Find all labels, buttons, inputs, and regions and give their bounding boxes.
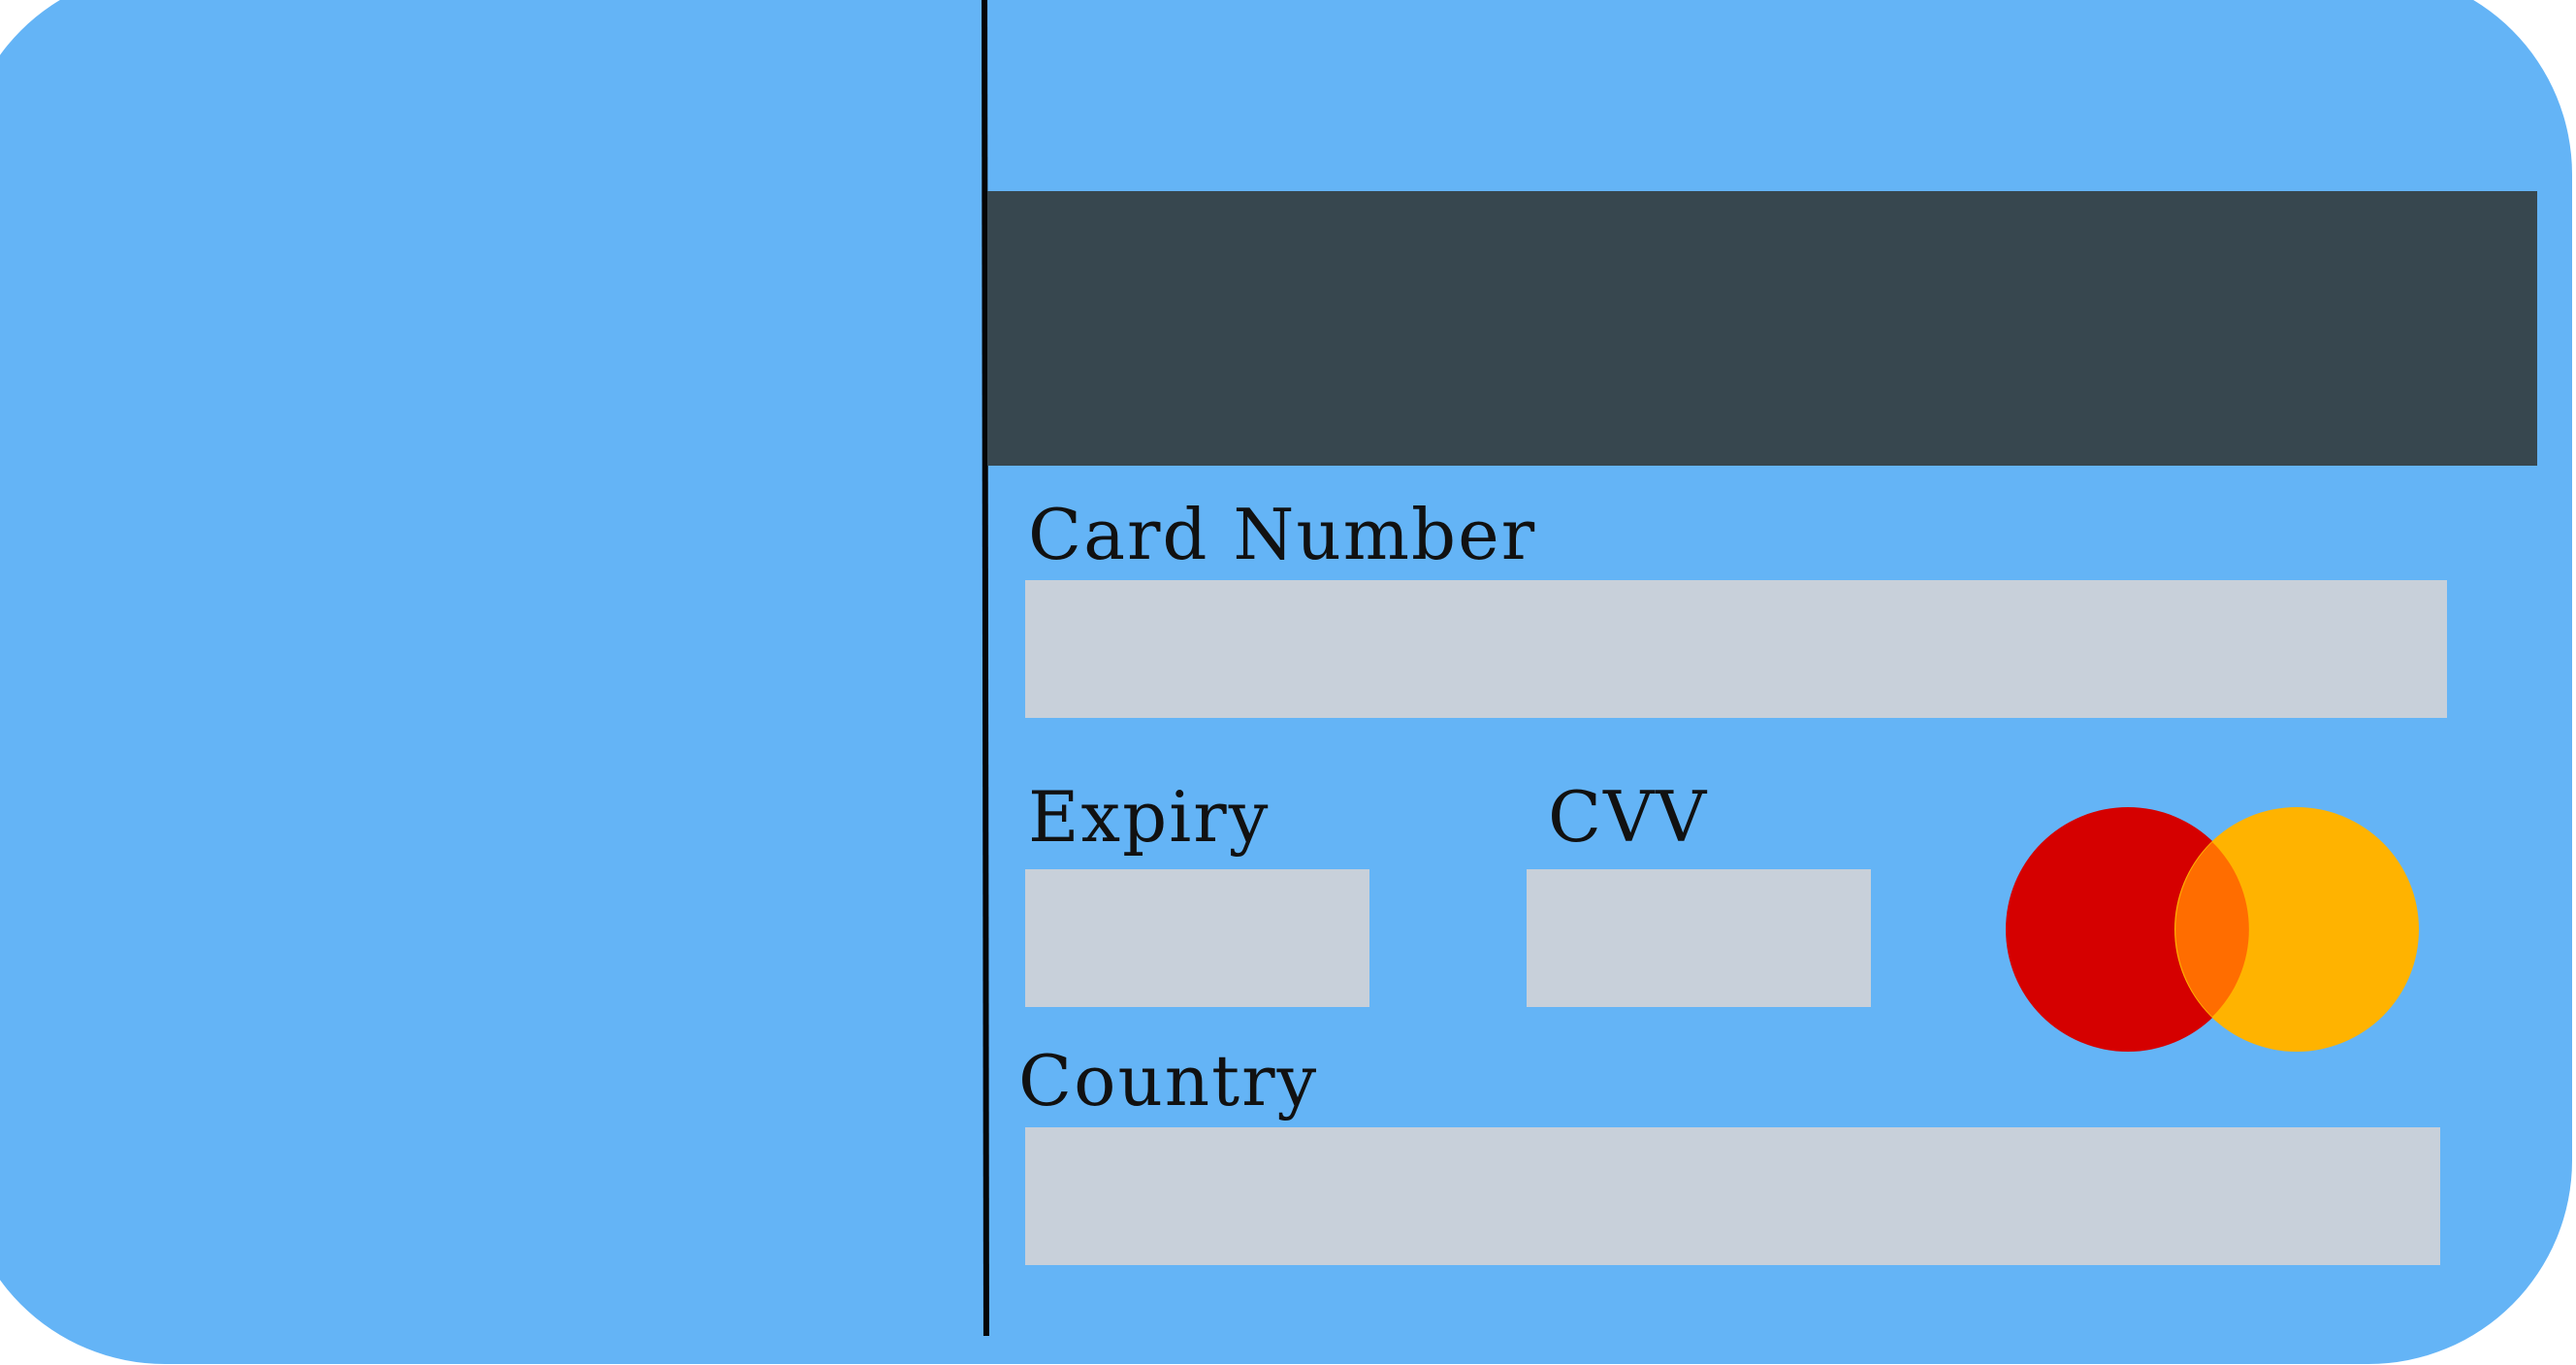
card-number-input[interactable] (1025, 580, 2447, 718)
cvv-label: CVV (1548, 776, 1709, 858)
credit-card-back: Card Number Expiry CVV Country (0, 0, 2572, 1364)
card-number-label: Card Number (1028, 494, 1537, 575)
expiry-input[interactable] (1025, 869, 1369, 1007)
expiry-label: Expiry (1028, 776, 1271, 858)
mastercard-logo-icon (2006, 807, 2419, 1052)
cvv-input[interactable] (1527, 869, 1871, 1007)
country-input[interactable] (1025, 1127, 2440, 1265)
country-label: Country (1018, 1040, 1319, 1121)
magnetic-stripe (987, 191, 2537, 466)
